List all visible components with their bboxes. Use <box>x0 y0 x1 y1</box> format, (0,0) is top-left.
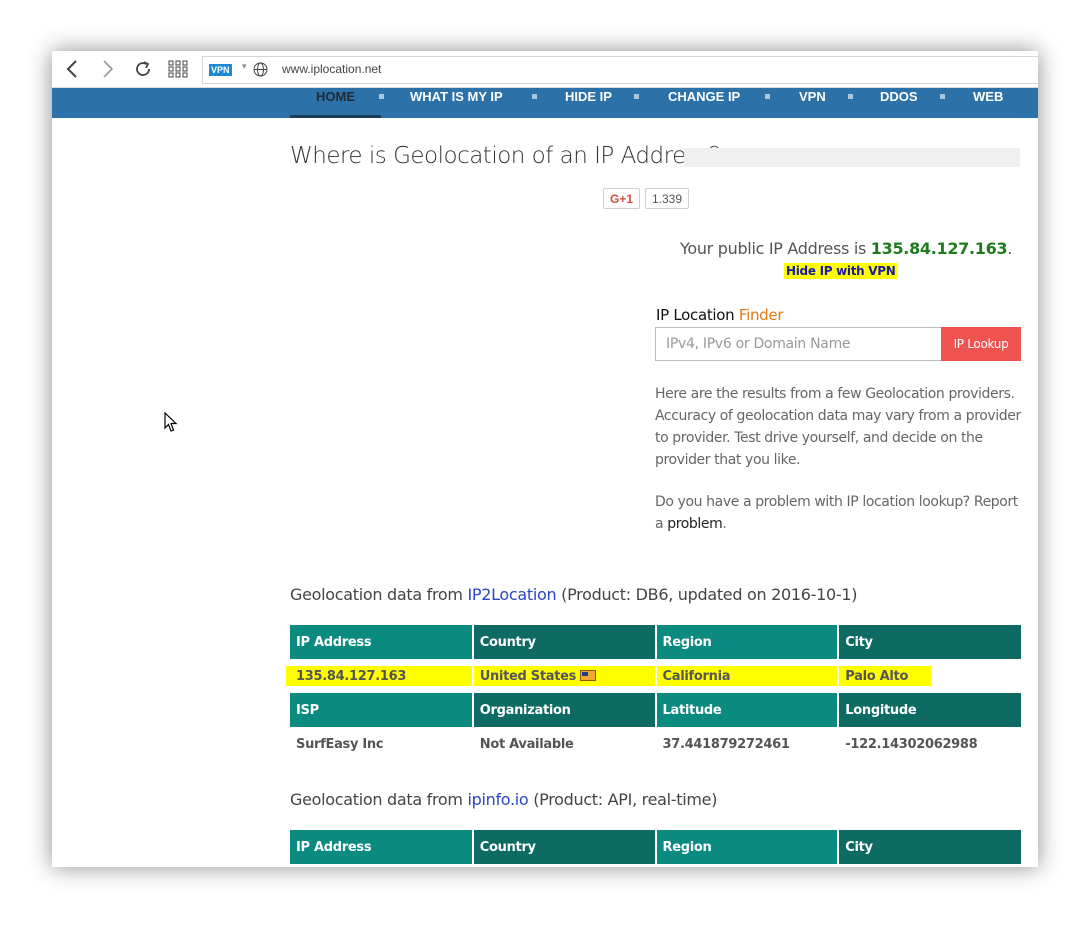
cell-latitude: 37.441879272461 <box>655 727 840 761</box>
site-nav: HOME WHAT IS MY IP HIDE IP CHANGE IP VPN… <box>52 88 1038 118</box>
section-ip2location-title: Geolocation data from IP2Location (Produ… <box>290 585 857 604</box>
section-suffix: (Product: DB6, updated on 2016-10-1) <box>556 585 858 604</box>
globe-icon <box>253 62 268 77</box>
nav-separator <box>848 94 853 99</box>
table-row: 135.84.127.163 United States California … <box>290 659 1021 693</box>
chevron-right-icon <box>103 60 114 78</box>
table-header-row: IP Address Country Region City <box>290 625 1021 659</box>
finder-title-main: IP Location <box>656 306 739 324</box>
ip2location-table: IP Address Country Region City 135.84.12… <box>290 625 1021 761</box>
browser-toolbar: VPN ▾ www.iplocation.net <box>52 51 1038 88</box>
nav-separator <box>765 94 770 99</box>
forward-button[interactable] <box>96 57 120 81</box>
gplus-button[interactable]: G+1 <box>603 188 640 209</box>
cell-ip-address: 135.84.127.163 <box>290 659 474 693</box>
ipinfo-link[interactable]: ipinfo.io <box>467 790 528 809</box>
header-isp: ISP <box>290 693 474 727</box>
cell-longitude: -122.14302062988 <box>838 727 1021 761</box>
reload-icon <box>136 61 150 76</box>
public-ip-suffix: . <box>1007 239 1013 258</box>
page-title: Where is Geolocation of an IP Address? <box>290 143 721 169</box>
mouse-cursor-icon <box>164 412 178 432</box>
section-prefix: Geolocation data from <box>290 585 468 604</box>
problem-link[interactable]: problem <box>667 516 723 532</box>
nav-what-is-my-ip[interactable]: WHAT IS MY IP <box>410 88 503 118</box>
nav-home[interactable]: HOME <box>290 88 381 118</box>
providers-info-text: Here are the results from a few Geolocat… <box>655 386 1021 468</box>
grid-icon <box>168 60 188 78</box>
header-longitude: Longitude <box>838 693 1021 727</box>
nav-separator <box>940 94 945 99</box>
url-text[interactable]: www.iplocation.net <box>282 62 381 76</box>
header-country: Country <box>472 830 657 864</box>
vpn-badge[interactable]: VPN <box>209 64 232 76</box>
chevron-left-icon <box>66 60 77 78</box>
dropdown-dot-icon: ▾ <box>242 62 247 72</box>
header-region: Region <box>655 830 840 864</box>
country-name: United States <box>479 668 577 684</box>
cell-isp: SurfEasy Inc <box>290 727 474 761</box>
table-row: SurfEasy Inc Not Available 37.4418792724… <box>290 727 1021 761</box>
title-ad-placeholder <box>684 148 1020 167</box>
nav-separator <box>532 94 537 99</box>
public-ip-value: 135.84.127.163 <box>870 239 1008 258</box>
table-header-row: ISP Organization Latitude Longitude <box>290 693 1021 727</box>
apps-button[interactable] <box>166 57 190 81</box>
cell-city: Palo Alto <box>845 668 909 684</box>
nav-hide-ip[interactable]: HIDE IP <box>565 88 612 118</box>
header-region: Region <box>655 625 840 659</box>
nav-web[interactable]: WEB <box>973 88 1003 118</box>
public-ip-line: Your public IP Address is 135.84.127.163… <box>680 239 1012 258</box>
cell-region: California <box>655 659 840 693</box>
section-suffix: (Product: API, real-time) <box>528 790 718 809</box>
us-flag-icon <box>580 669 597 681</box>
public-ip-prefix: Your public IP Address is <box>680 239 871 258</box>
nav-separator <box>634 94 639 99</box>
problem-suffix: . <box>722 516 727 532</box>
cell-country: United States <box>472 659 657 693</box>
nav-ddos[interactable]: DDOS <box>880 88 918 118</box>
header-latitude: Latitude <box>655 693 840 727</box>
nav-change-ip[interactable]: CHANGE IP <box>668 88 740 118</box>
problem-report-text: Do you have a problem with IP location l… <box>655 491 1030 535</box>
finder-title: IP Location Finder <box>656 306 783 324</box>
ipinfo-table: IP Address Country Region City <box>290 830 1021 864</box>
hide-ip-vpn-link[interactable]: Hide IP with VPN <box>784 263 898 279</box>
ip-lookup-input[interactable] <box>655 327 942 361</box>
gplus-count: 1.339 <box>645 188 689 209</box>
reload-button[interactable] <box>131 57 155 81</box>
table-header-row: IP Address Country Region City <box>290 830 1021 864</box>
ip-lookup-button[interactable]: IP Lookup <box>941 327 1021 361</box>
header-ip-address: IP Address <box>290 830 474 864</box>
finder-title-accent: Finder <box>738 306 784 324</box>
section-prefix: Geolocation data from <box>290 790 468 809</box>
ip2location-link[interactable]: IP2Location <box>467 585 556 604</box>
header-country: Country <box>472 625 657 659</box>
header-ip-address: IP Address <box>290 625 474 659</box>
back-button[interactable] <box>60 57 84 81</box>
section-ipinfo-title: Geolocation data from ipinfo.io (Product… <box>290 790 717 809</box>
nav-vpn[interactable]: VPN <box>799 88 826 118</box>
address-bar[interactable]: VPN ▾ www.iplocation.net <box>202 56 1038 84</box>
header-city: City <box>838 625 1021 659</box>
header-city: City <box>838 830 1021 864</box>
browser-window: VPN ▾ www.iplocation.net HOME WHAT IS MY… <box>52 51 1038 867</box>
header-organization: Organization <box>472 693 657 727</box>
cell-organization: Not Available <box>472 727 657 761</box>
nav-separator <box>379 94 384 99</box>
